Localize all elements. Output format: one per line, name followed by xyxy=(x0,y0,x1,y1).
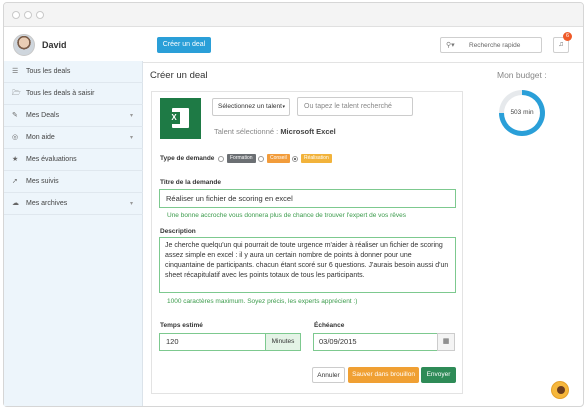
chevron-down-icon: ▾ xyxy=(130,113,134,119)
radio-conseil[interactable] xyxy=(258,156,264,162)
cloud-icon: ☁ xyxy=(12,200,19,207)
sidebar-item-evaluations[interactable]: ★ Mes évaluations xyxy=(4,149,143,171)
pin-icon: ➚ xyxy=(12,178,18,185)
description-help-text: 1000 caractères maximum. Soyez précis, l… xyxy=(167,298,358,305)
notification-badge: 6 xyxy=(563,32,572,41)
tag-realisation: Réalisation xyxy=(301,154,332,163)
deadline-field-label: Échéance xyxy=(314,322,345,329)
talent-selected-prefix: Talent sélectionné : xyxy=(214,127,279,136)
top-navbar: David Créer un deal ⚲▾ Recherche rapide … xyxy=(4,27,583,63)
sidebar-item-label: Mon aide xyxy=(26,134,55,141)
life-ring-icon: ◎ xyxy=(12,134,19,141)
user-name: David xyxy=(42,40,67,50)
chevron-down-icon: ▾ xyxy=(130,201,134,207)
talent-selected: Talent sélectionné : Microsoft Excel xyxy=(214,127,336,136)
title-help-text: Une bonne accroche vous donnera plus de … xyxy=(167,212,406,219)
folder-open-icon: 🗁 xyxy=(12,90,21,97)
sidebar-item-label: Mes évaluations xyxy=(26,156,77,163)
budget-label: Mon budget : xyxy=(497,70,547,80)
search-box[interactable]: ⚲▾ Recherche rapide xyxy=(440,37,542,53)
tag-formation: Formation xyxy=(227,154,256,163)
tag-conseil: Conseil xyxy=(267,154,290,163)
time-field-label: Temps estimé xyxy=(160,322,203,329)
sidebar-item-deals-to-enter[interactable]: 🗁 Tous les deals à saisir xyxy=(4,83,143,105)
sidebar-item-follow-ups[interactable]: ➚ Mes suivis xyxy=(4,171,143,193)
demand-type-label: Type de demande xyxy=(160,155,215,162)
talent-search-input[interactable]: Ou tapez le talent recherché xyxy=(297,97,413,116)
chevron-down-icon: ▾ xyxy=(282,104,285,110)
sidebar-item-label: Tous les deals à saisir xyxy=(26,90,95,97)
title-field-label: Titre de la demande xyxy=(160,179,221,186)
chevron-down-icon: ▾ xyxy=(130,135,134,141)
sidebar-item-archives[interactable]: ☁ Mes archives ▾ xyxy=(4,193,143,215)
edit-icon: ✎ xyxy=(12,112,18,119)
radio-formation[interactable] xyxy=(218,156,224,162)
sidebar-item-my-help[interactable]: ◎ Mon aide ▾ xyxy=(4,127,143,149)
calendar-button[interactable]: ▦ xyxy=(437,333,455,351)
sidebar-item-all-deals[interactable]: ☰ Tous les deals xyxy=(4,61,143,83)
budget-value: 503 min xyxy=(504,95,540,131)
deadline-input[interactable]: 03/09/2015 xyxy=(313,333,438,351)
description-textarea[interactable]: Je cherche quelqu'un qui pourrait de tou… xyxy=(159,237,456,293)
list-icon: ☰ xyxy=(12,68,19,75)
sidebar-item-label: Tous les deals xyxy=(26,68,71,75)
calendar-icon: ▦ xyxy=(442,338,450,345)
save-draft-button[interactable]: Sauver dans brouillon xyxy=(348,367,419,383)
search-icon: ⚲▾ xyxy=(446,42,455,49)
radio-realisation[interactable] xyxy=(292,156,298,162)
window-close-dot[interactable] xyxy=(12,11,20,19)
star-icon: ★ xyxy=(12,156,19,163)
time-unit-addon: Minutes xyxy=(265,333,301,351)
excel-logo-icon: X xyxy=(160,98,201,139)
budget-donut-chart: 503 min xyxy=(499,90,545,136)
bell-icon: ♫ xyxy=(558,41,564,48)
description-field-label: Description xyxy=(160,228,196,235)
page-title: Créer un deal xyxy=(150,70,208,81)
talent-select-label: Sélectionnez un talent xyxy=(218,103,282,110)
excel-x-glyph: X xyxy=(168,112,180,124)
avatar[interactable] xyxy=(13,34,35,56)
search-input[interactable]: Recherche rapide xyxy=(469,42,520,49)
sidebar-item-label: Mes archives xyxy=(26,200,68,207)
create-deal-button[interactable]: Créer un deal xyxy=(157,37,211,53)
talent-selected-value: Microsoft Excel xyxy=(280,127,336,136)
send-button[interactable]: Envoyer xyxy=(421,367,456,383)
sidebar: ☰ Tous les deals 🗁 Tous les deals à sais… xyxy=(4,61,143,406)
time-input[interactable]: 120 xyxy=(159,333,266,351)
sidebar-item-label: Mes Deals xyxy=(26,112,60,119)
window-maximize-dot[interactable] xyxy=(36,11,44,19)
cancel-button[interactable]: Annuler xyxy=(312,367,345,383)
title-input[interactable]: Réaliser un fichier de scoring en excel xyxy=(159,189,456,208)
sidebar-item-label: Mes suivis xyxy=(26,178,59,185)
window-titlebar xyxy=(4,3,583,27)
talent-select[interactable]: Sélectionnez un talent ▾ xyxy=(212,98,290,116)
support-avatar-icon[interactable] xyxy=(551,381,569,399)
window-minimize-dot[interactable] xyxy=(24,11,32,19)
sidebar-item-my-deals[interactable]: ✎ Mes Deals ▾ xyxy=(4,105,143,127)
